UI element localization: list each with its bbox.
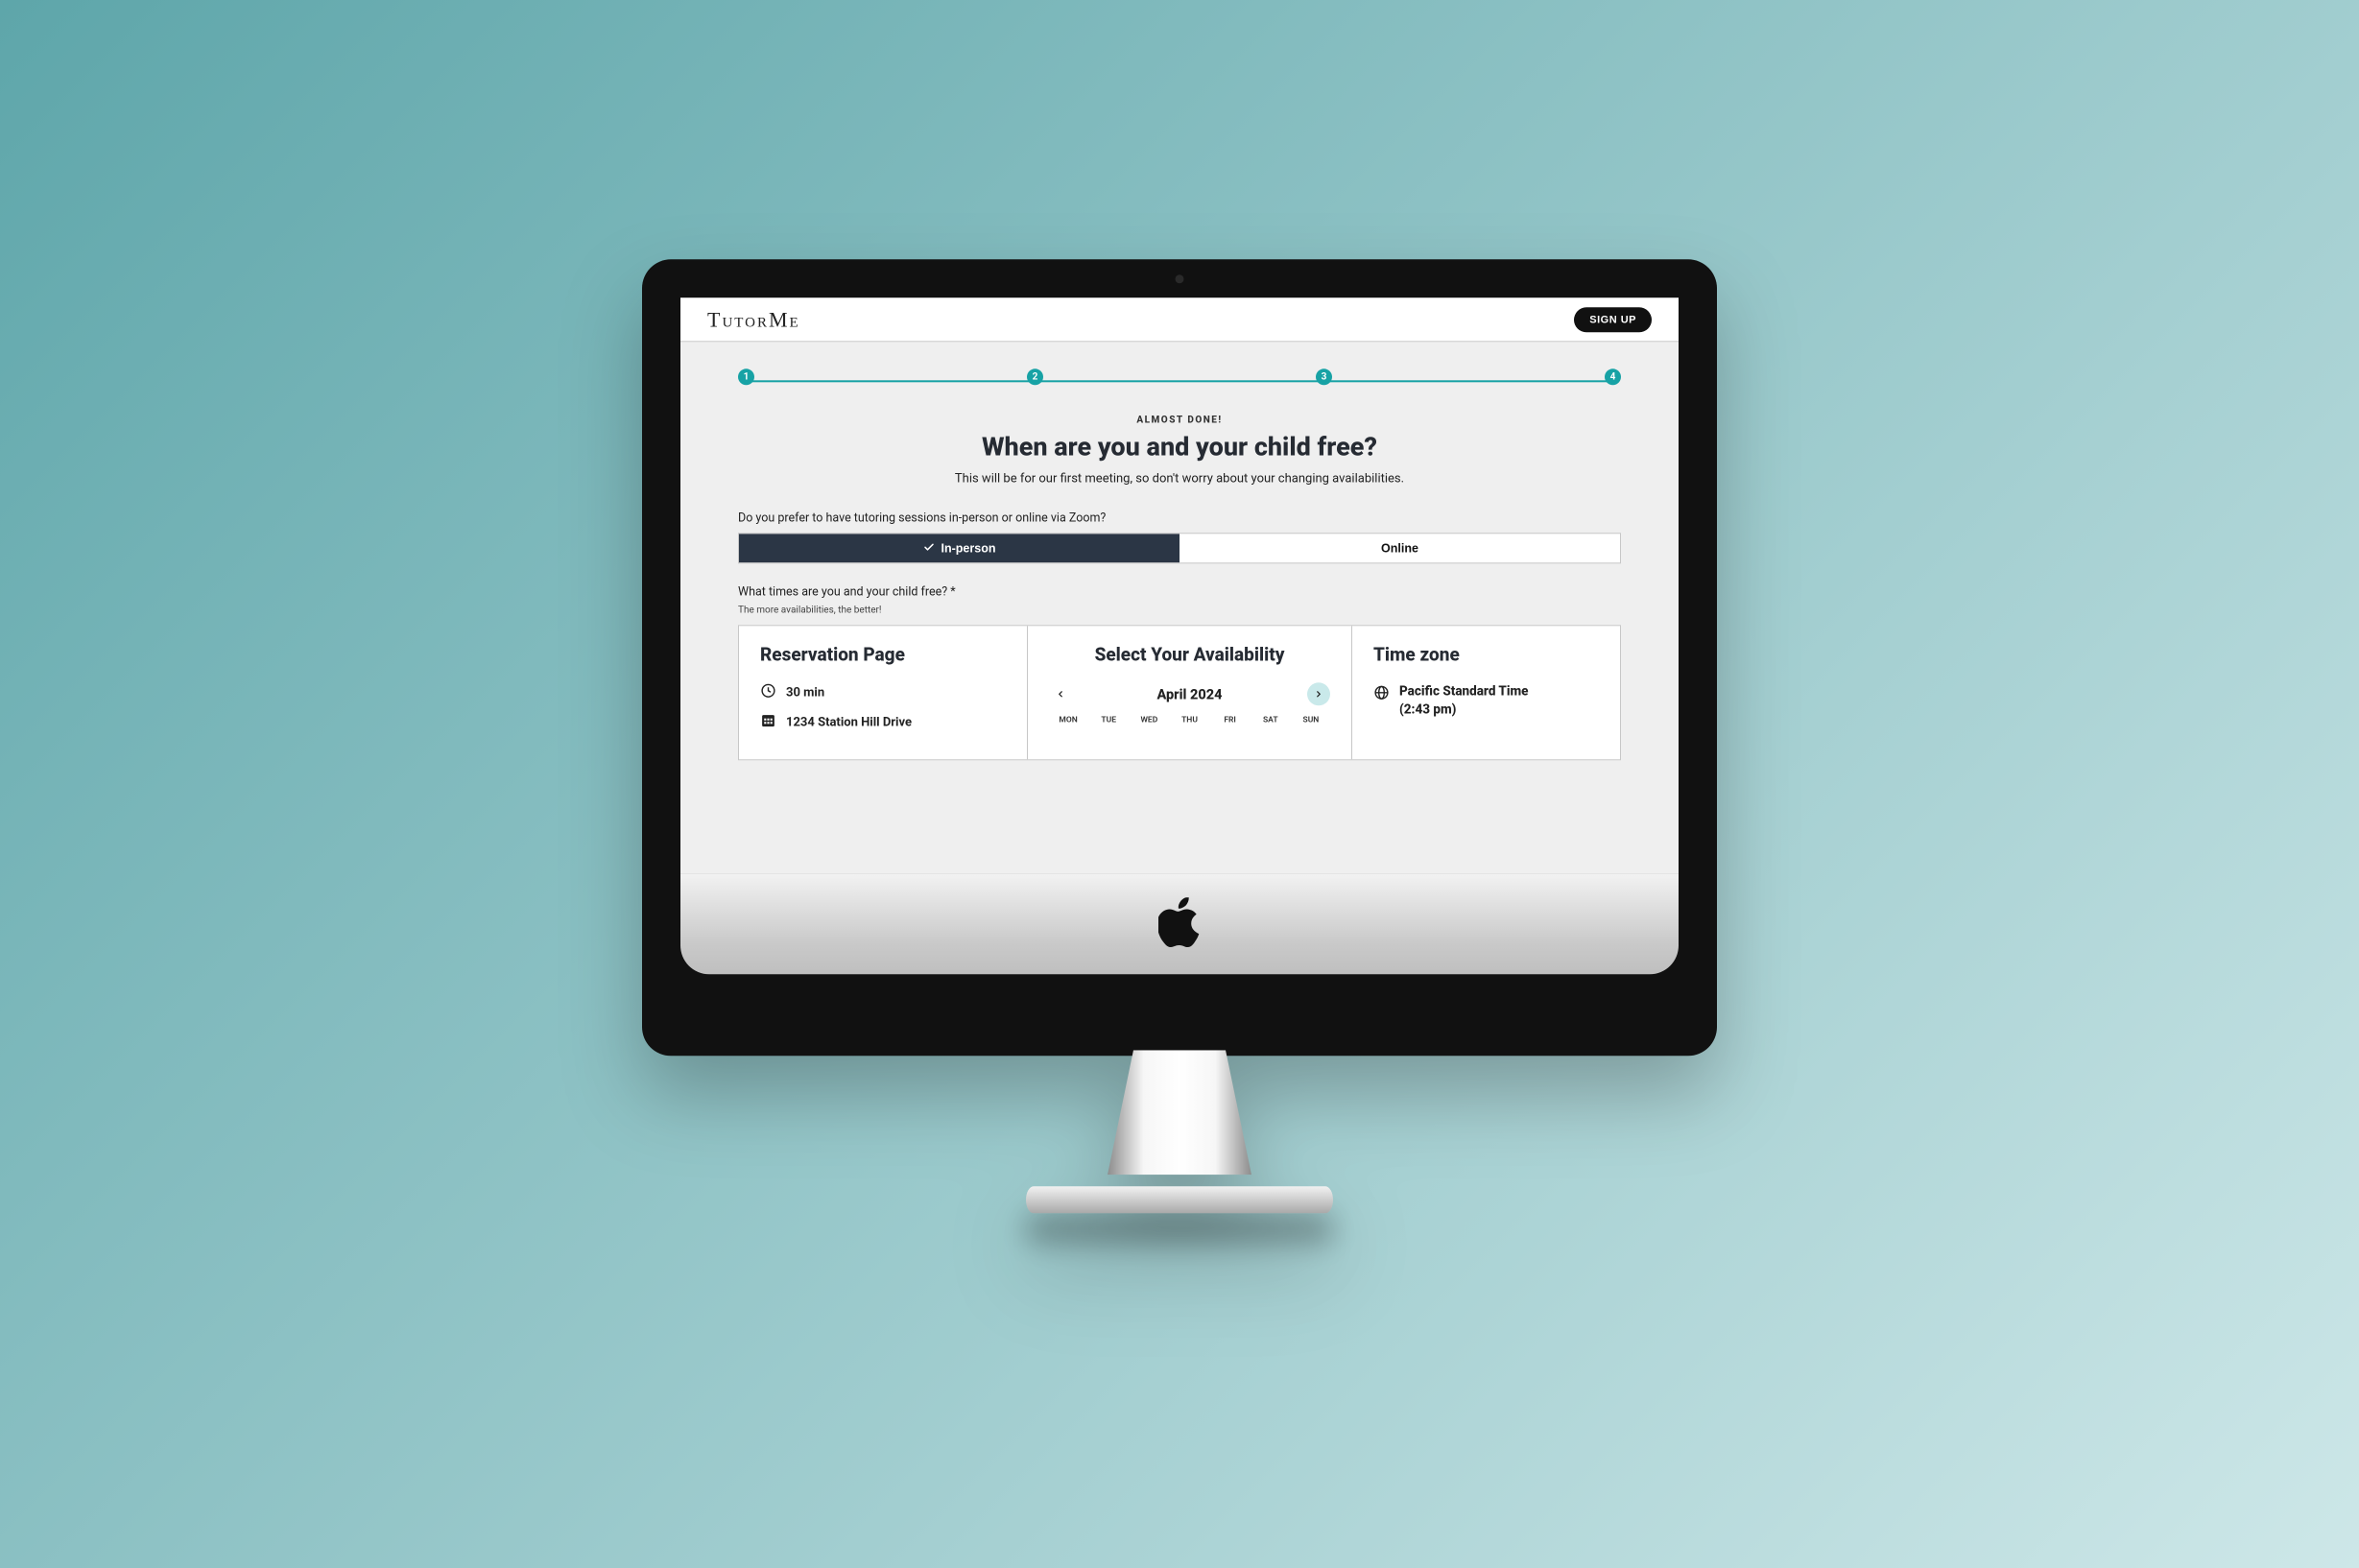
chevron-left-icon bbox=[1056, 687, 1065, 701]
dow-fri: FRI bbox=[1211, 715, 1250, 725]
stepper: 1 2 3 4 bbox=[738, 368, 1621, 393]
address-label: 1234 Station Hill Drive bbox=[786, 715, 912, 729]
imac-chin bbox=[680, 873, 1679, 974]
mode-question: Do you prefer to have tutoring sessions … bbox=[738, 511, 1621, 525]
reservation-column: Reservation Page 30 min bbox=[739, 626, 1027, 759]
imac-stand bbox=[1079, 1050, 1280, 1213]
imac-bezel: TutorMe SIGN UP 1 2 3 4 bbox=[642, 259, 1717, 1056]
screen: TutorMe SIGN UP 1 2 3 4 bbox=[680, 297, 1679, 873]
camera-dot bbox=[1176, 274, 1184, 283]
timezone-time: (2:43 pm) bbox=[1399, 701, 1528, 719]
days-of-week-header: MON TUE WED THU FRI SAT SUN bbox=[1049, 715, 1330, 725]
signup-button[interactable]: SIGN UP bbox=[1574, 307, 1652, 332]
page-title: When are you and your child free? bbox=[738, 431, 1621, 462]
availability-hint: The more availabilities, the better! bbox=[738, 605, 1621, 615]
dow-wed: WED bbox=[1130, 715, 1168, 725]
duration-label: 30 min bbox=[786, 685, 824, 700]
availability-question: What times are you and your child free? … bbox=[738, 584, 1621, 599]
mode-online-button[interactable]: Online bbox=[1180, 534, 1620, 562]
dow-sat: SAT bbox=[1251, 715, 1290, 725]
step-2[interactable]: 2 bbox=[1027, 368, 1043, 385]
next-month-button[interactable] bbox=[1307, 682, 1330, 705]
prev-month-button[interactable] bbox=[1049, 682, 1072, 705]
month-nav: April 2024 bbox=[1049, 682, 1330, 705]
month-label: April 2024 bbox=[1157, 686, 1223, 702]
eyebrow: ALMOST DONE! bbox=[738, 415, 1621, 425]
viewport: TutorMe SIGN UP 1 2 3 4 bbox=[680, 297, 1679, 873]
step-4[interactable]: 4 bbox=[1605, 368, 1621, 385]
page-subtitle: This will be for our first meeting, so d… bbox=[738, 471, 1621, 486]
scheduler: Reservation Page 30 min bbox=[738, 625, 1621, 760]
imac-neck bbox=[1108, 1050, 1251, 1175]
brand-logo: TutorMe bbox=[707, 307, 800, 332]
duration-row: 30 min bbox=[760, 682, 1006, 702]
apple-logo-icon bbox=[1158, 897, 1202, 951]
availability-column: Select Your Availability April 2024 bbox=[1027, 626, 1351, 759]
step-1[interactable]: 1 bbox=[738, 368, 754, 385]
dow-tue: TUE bbox=[1089, 715, 1128, 725]
availability-heading: Select Your Availability bbox=[1049, 643, 1330, 665]
imac-foot bbox=[1026, 1186, 1333, 1213]
chevron-right-icon bbox=[1314, 687, 1323, 701]
timezone-column: Time zone Pacific Standard Time (2:43 pm… bbox=[1351, 626, 1620, 759]
imac-mockup: TutorMe SIGN UP 1 2 3 4 bbox=[642, 259, 1717, 1213]
mode-in-person-button[interactable]: In-person bbox=[739, 534, 1180, 562]
reservation-heading: Reservation Page bbox=[760, 643, 1006, 665]
timezone-row[interactable]: Pacific Standard Time (2:43 pm) bbox=[1373, 682, 1599, 719]
step-3[interactable]: 3 bbox=[1316, 368, 1332, 385]
check-icon bbox=[923, 541, 935, 556]
calendar-grid-icon bbox=[760, 712, 776, 732]
timezone-name: Pacific Standard Time bbox=[1399, 682, 1528, 701]
main-content: 1 2 3 4 ALMOST DONE! When are you and yo… bbox=[680, 342, 1679, 760]
mode-in-person-label: In-person bbox=[941, 541, 996, 555]
dow-sun: SUN bbox=[1292, 715, 1330, 725]
mode-online-label: Online bbox=[1381, 541, 1418, 555]
dow-thu: THU bbox=[1170, 715, 1208, 725]
timezone-heading: Time zone bbox=[1373, 643, 1599, 665]
page: TutorMe SIGN UP 1 2 3 4 bbox=[680, 297, 1679, 760]
dow-mon: MON bbox=[1049, 715, 1087, 725]
address-row: 1234 Station Hill Drive bbox=[760, 712, 1006, 732]
clock-icon bbox=[760, 682, 776, 702]
topbar: TutorMe SIGN UP bbox=[680, 297, 1679, 342]
mode-segmented: In-person Online bbox=[738, 533, 1621, 563]
globe-icon bbox=[1373, 682, 1390, 706]
